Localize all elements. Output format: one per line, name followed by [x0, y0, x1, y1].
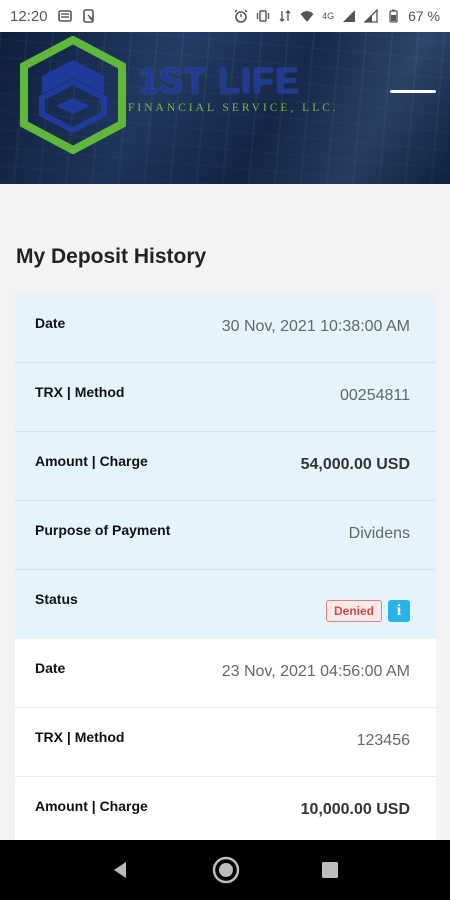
amount-value: 10,000.00 USD	[300, 801, 410, 818]
signal-icon-2	[364, 9, 378, 23]
status-bar: 12:20 4G 67 %	[0, 0, 450, 32]
date-value: 23 Nov, 2021 04:56:00 AM	[221, 663, 410, 680]
trx-value: 123456	[356, 732, 410, 749]
purpose-value: Dividens	[348, 525, 410, 542]
amount-label: Amount | Charge	[35, 453, 148, 469]
page-title: My Deposit History	[16, 245, 207, 268]
wifi-icon	[300, 11, 314, 22]
trx-value: 00254811	[340, 387, 410, 404]
brand-subtitle: FINANCIAL SERVICE, LLC.	[128, 102, 339, 114]
vibrate-icon	[256, 10, 270, 22]
clock: 12:20	[10, 7, 48, 25]
purpose-label: Purpose of Payment	[35, 522, 171, 538]
brand-name: 1ST LIFE	[138, 60, 301, 101]
deposit-row-trx: TRX | Method 00254811	[15, 363, 436, 432]
hamburger-menu-icon[interactable]	[390, 80, 436, 102]
deposit-row-trx: TRX | Method 123456	[15, 708, 436, 777]
battery-level: 67 %	[408, 8, 440, 24]
status-badge: Denied	[325, 600, 382, 622]
deposit-row-status: Status Denied i	[15, 570, 436, 639]
network-type: 4G	[322, 11, 335, 21]
amount-value: 54,000.00 USD	[300, 456, 410, 473]
signal-icon	[343, 10, 356, 22]
screenshot-icon	[82, 9, 94, 23]
date-label: Date	[35, 315, 66, 331]
back-icon[interactable]	[110, 859, 132, 881]
trx-label: TRX | Method	[35, 729, 125, 745]
app-header: 1ST LIFE FINANCIAL SERVICE, LLC.	[0, 32, 450, 184]
deposit-history-list: Date 30 Nov, 2021 10:38:00 AM TRX | Meth…	[15, 294, 436, 840]
recents-icon[interactable]	[320, 860, 340, 880]
deposit-row-amount: Amount | Charge 10,000.00 USD	[15, 777, 436, 840]
home-icon[interactable]	[211, 855, 241, 885]
battery-icon	[389, 9, 398, 23]
deposit-row-date: Date 23 Nov, 2021 04:56:00 AM	[15, 639, 436, 708]
system-nav-bar	[0, 840, 450, 900]
date-label: Date	[35, 660, 66, 676]
amount-label: Amount | Charge	[35, 798, 148, 814]
trx-label: TRX | Method	[35, 384, 125, 400]
date-value: 30 Nov, 2021 10:38:00 AM	[221, 318, 410, 335]
deposit-row-date: Date 30 Nov, 2021 10:38:00 AM	[15, 294, 436, 363]
deposit-row-purpose: Purpose of Payment Dividens	[15, 501, 436, 570]
company-logo[interactable]	[18, 36, 128, 154]
message-icon	[57, 10, 72, 22]
alarm-icon	[234, 9, 248, 23]
status-label: Status	[35, 591, 78, 607]
menu-line	[390, 89, 436, 93]
info-icon[interactable]: i	[388, 600, 410, 622]
deposit-row-amount: Amount | Charge 54,000.00 USD	[15, 432, 436, 501]
data-transfer-icon	[279, 10, 291, 22]
